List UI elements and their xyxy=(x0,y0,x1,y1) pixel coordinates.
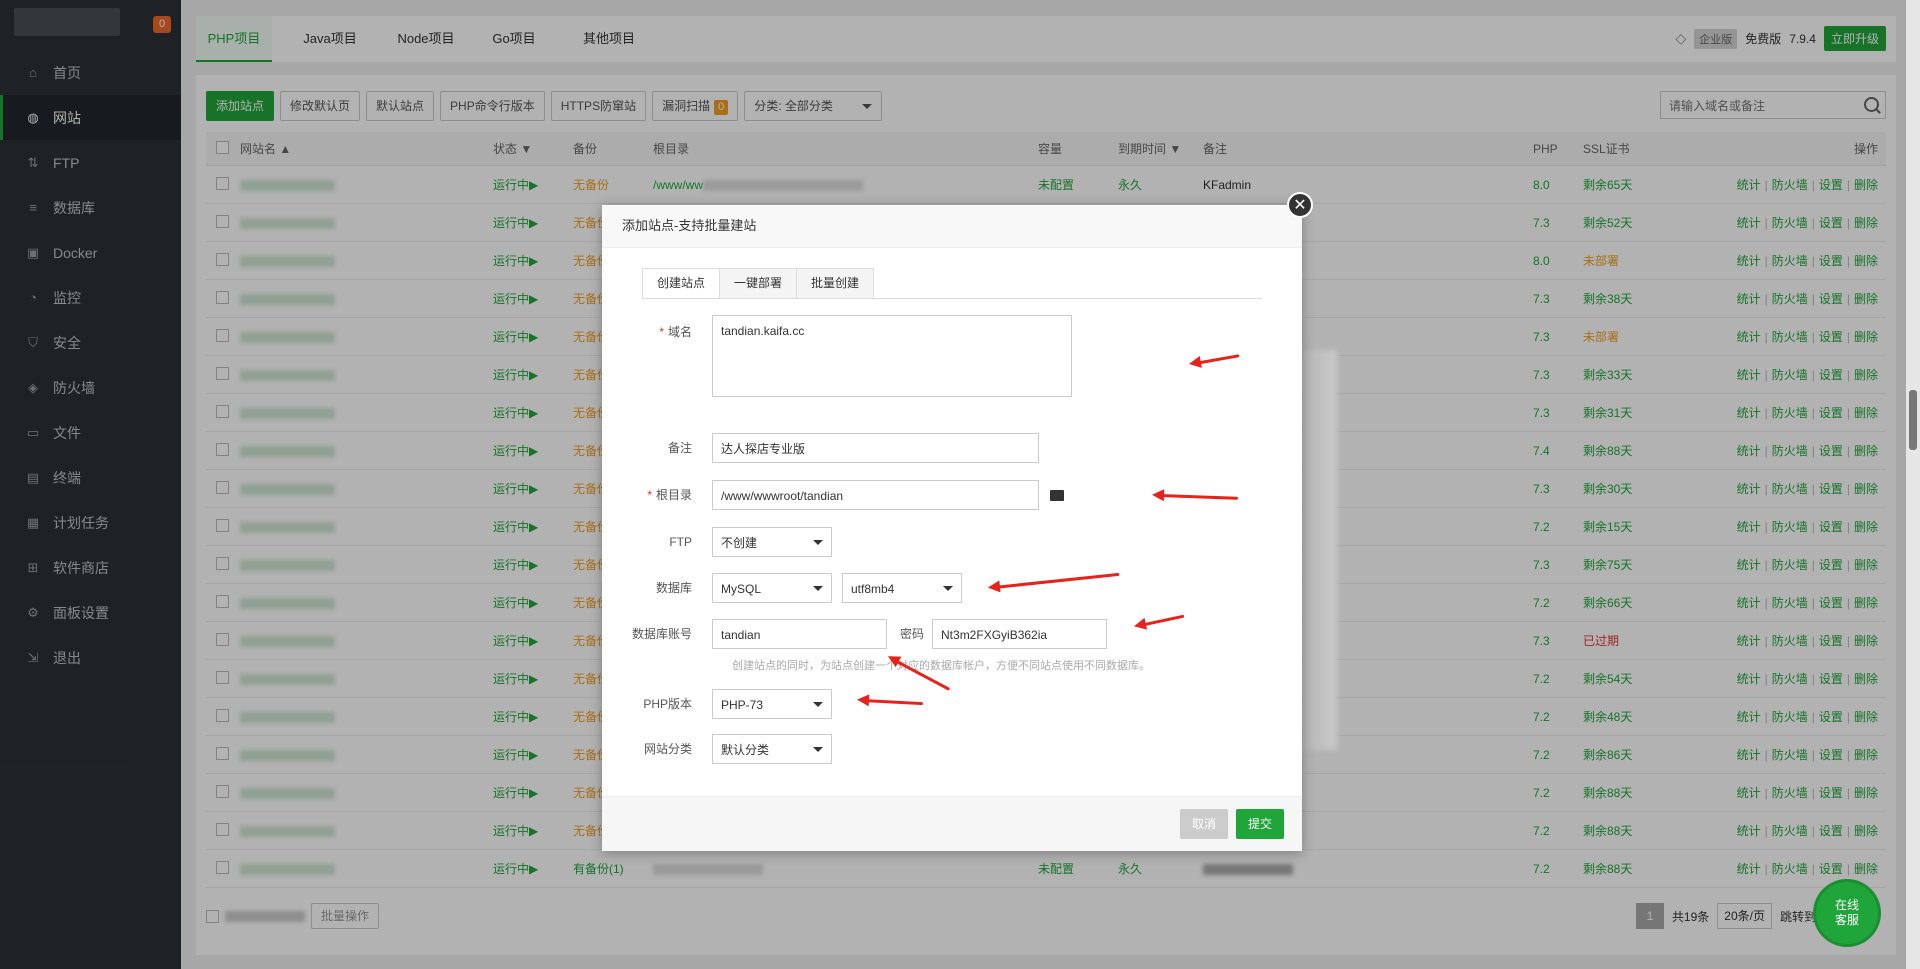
category-row: 网站分类 默认分类 xyxy=(602,734,832,764)
root-row: * 根目录 /www/wwwroot/tandian xyxy=(602,480,1064,510)
php-label: PHP版本 xyxy=(643,697,692,711)
dialog-tabs: 创建站点 一键部署 批量创建 xyxy=(642,268,875,299)
folder-icon[interactable] xyxy=(1050,490,1064,501)
db-charset-select[interactable]: utf8mb4 xyxy=(842,573,962,603)
db-user-input[interactable]: tandian xyxy=(712,619,887,649)
category-label: 网站分类 xyxy=(643,742,692,756)
page-scrollbar[interactable] xyxy=(1906,0,1920,969)
php-version-select[interactable]: PHP-73 xyxy=(712,689,832,719)
dialog-title: 添加站点-支持批量建站 xyxy=(602,205,1302,248)
tab-one-click-deploy[interactable]: 一键部署 xyxy=(719,268,798,299)
db-pass-label: 密码 xyxy=(900,627,925,641)
tab-batch-create[interactable]: 批量创建 xyxy=(796,268,875,299)
db-user-label: 数据库账号 xyxy=(631,627,692,641)
domain-label: 域名 xyxy=(667,325,692,339)
domain-textarea[interactable]: tandian.kaifa.cc xyxy=(712,315,1072,397)
ftp-label: FTP xyxy=(669,535,692,549)
root-input[interactable]: /www/wwwroot/tandian xyxy=(712,480,1039,510)
required-mark: * xyxy=(647,488,652,502)
remark-label: 备注 xyxy=(667,441,692,455)
scrollbar-thumb[interactable] xyxy=(1909,390,1917,450)
db-hint: 创建站点的同时，为站点创建一个对应的数据库帐户，方便不同站点使用不同数据库。 xyxy=(732,660,1150,672)
php-row: PHP版本 PHP-73 xyxy=(602,689,832,719)
db-pass-input[interactable]: Nt3m2FXGyiB362ia xyxy=(932,619,1108,649)
ftp-row: FTP 不创建 xyxy=(602,527,832,557)
database-row: 数据库 MySQL utf8mb4 xyxy=(602,573,962,603)
cancel-button[interactable]: 取消 xyxy=(1180,809,1229,839)
online-line2: 客服 xyxy=(1834,913,1859,927)
close-icon[interactable]: ✕ xyxy=(1287,192,1313,218)
domain-row: * 域名 tandian.kaifa.cc xyxy=(602,315,1072,397)
ftp-select[interactable]: 不创建 xyxy=(712,527,832,557)
db-account-row: 数据库账号 tandian 密码 Nt3m2FXGyiB362ia xyxy=(602,619,1108,649)
tab-create-site[interactable]: 创建站点 xyxy=(642,268,721,299)
remark-input[interactable]: 达人探店专业版 xyxy=(712,433,1039,463)
online-line1: 在线 xyxy=(1834,898,1859,912)
submit-button[interactable]: 提交 xyxy=(1236,809,1285,839)
root-label: 根目录 xyxy=(655,488,692,502)
blurred-region xyxy=(1302,350,1337,750)
required-mark: * xyxy=(659,325,664,339)
site-category-select[interactable]: 默认分类 xyxy=(712,734,832,764)
db-type-select[interactable]: MySQL xyxy=(712,573,832,603)
database-label: 数据库 xyxy=(655,581,692,595)
remark-row: 备注 达人探店专业版 xyxy=(602,433,1039,463)
online-support-button[interactable]: 在线 客服 xyxy=(1816,882,1878,944)
dialog-footer: 取消 提交 xyxy=(602,796,1302,851)
tabs-divider xyxy=(642,298,1262,299)
add-site-dialog: 添加站点-支持批量建站 ✕ 创建站点 一键部署 批量创建 * 域名 tandian… xyxy=(602,192,1313,851)
